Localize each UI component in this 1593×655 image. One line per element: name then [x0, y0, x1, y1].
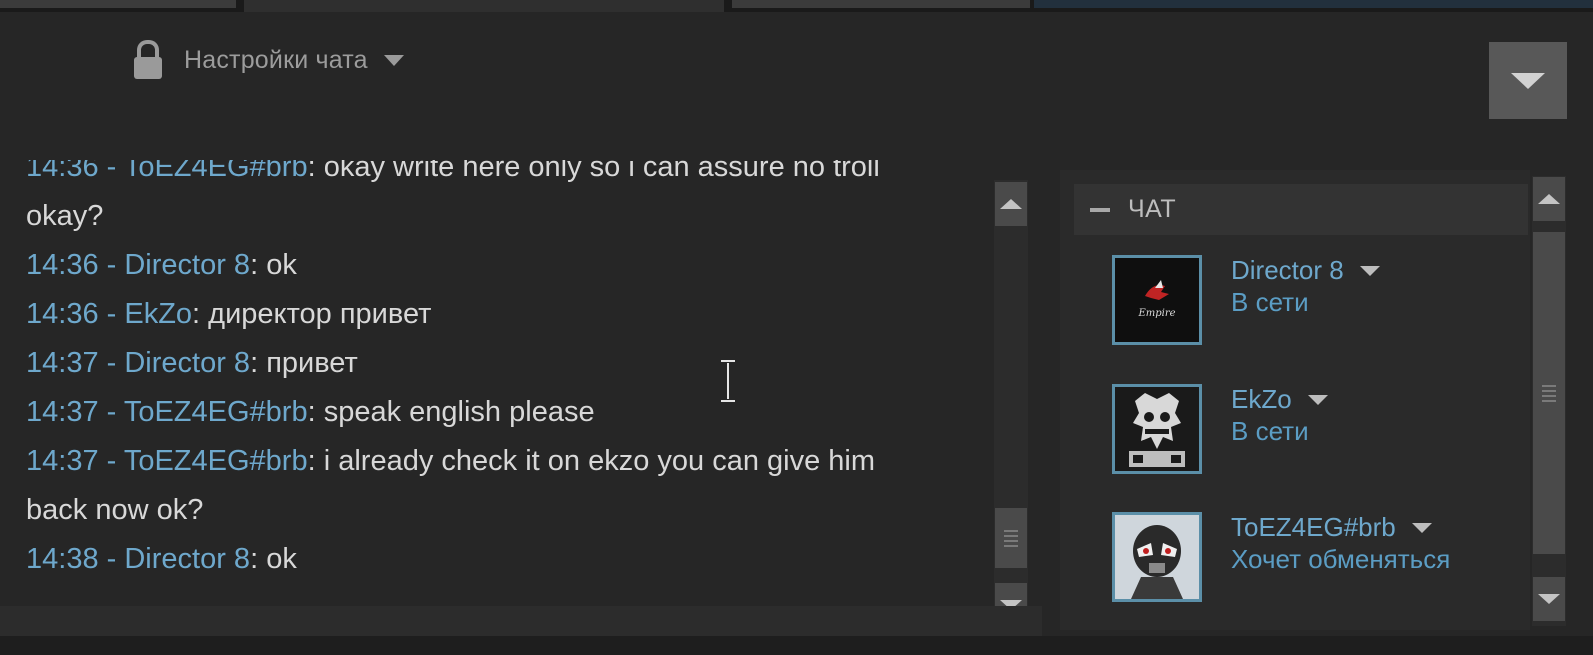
arrow-down-icon [1538, 594, 1560, 604]
grip-icon [1004, 529, 1018, 547]
chevron-down-icon [383, 54, 404, 66]
member-name[interactable]: EkZo [1231, 384, 1328, 415]
arrow-up-icon [1538, 194, 1560, 204]
tab-4[interactable] [1034, 0, 1593, 8]
message-sender[interactable]: ToEZ4EG#brb [124, 396, 308, 428]
chat-input-area[interactable] [0, 606, 1042, 636]
message-time: 14:36 [26, 160, 99, 183]
chat-message: 14:36 - ToEZ4EG#brb: okay write here onl… [26, 160, 926, 241]
member-name[interactable]: ToEZ4EG#brb [1231, 512, 1432, 543]
avatar[interactable] [1112, 512, 1202, 602]
lock-icon [132, 40, 164, 80]
members-scroll-up-button[interactable] [1533, 177, 1565, 221]
message-time: 14:37 [26, 347, 99, 379]
tab-3[interactable] [732, 0, 1030, 8]
message-text: директор привет [208, 298, 432, 330]
message-time: 14:37 [26, 445, 99, 477]
avatar[interactable]: Empire [1112, 255, 1202, 345]
message-text: speak english please [323, 396, 595, 428]
message-text: ok [266, 543, 297, 575]
members-group-header[interactable]: ЧАТ [1074, 184, 1528, 235]
member-status: Хочет обменяться [1231, 544, 1451, 574]
message-sender[interactable]: ToEZ4EG#brb [124, 160, 308, 183]
chat-message: 14:37 - ToEZ4EG#brb: i already check it … [26, 445, 876, 526]
chat-settings-dropdown[interactable]: Настройки чата [132, 34, 404, 86]
chat-messages: 14:36 - ToEZ4EG#brb: okay write here onl… [26, 160, 926, 584]
message-sender[interactable]: Director 8 [124, 249, 250, 281]
minus-icon[interactable] [1090, 207, 1110, 212]
tab-strip [0, 0, 1593, 12]
tab-active[interactable] [244, 0, 724, 12]
chat-message: 14:36 - Director 8: ok [26, 249, 297, 281]
svg-text:Empire: Empire [1137, 308, 1175, 319]
arrow-up-icon [1000, 199, 1022, 209]
member-item[interactable]: EkZo В сети [1112, 384, 1512, 480]
member-status: В сети [1231, 287, 1309, 317]
chat-message: 14:38 - Director 8: ok [26, 543, 297, 575]
chevron-down-icon[interactable] [1307, 394, 1328, 405]
message-sender[interactable]: ToEZ4EG#brb [124, 445, 308, 477]
message-sender[interactable]: Director 8 [124, 543, 250, 575]
chat-settings-label: Настройки чата [184, 45, 368, 74]
chevron-down-icon[interactable] [1359, 265, 1380, 276]
message-time: 14:38 [26, 543, 99, 575]
chat-message: 14:37 - ToEZ4EG#brb: speak english pleas… [26, 396, 595, 428]
chat-scrollbar-thumb[interactable] [995, 508, 1027, 568]
bottom-divider [0, 636, 1593, 655]
chat-scroll-up-button[interactable] [995, 182, 1027, 226]
member-item[interactable]: ToEZ4EG#brb Хочет обменяться [1112, 512, 1512, 608]
collapse-icon [1511, 72, 1545, 89]
message-sender[interactable]: Director 8 [124, 347, 250, 379]
chevron-down-icon[interactable] [1411, 522, 1432, 533]
avatar[interactable] [1112, 384, 1202, 474]
chat-message: 14:36 - EkZo: директор привет [26, 298, 432, 330]
member-name[interactable]: Director 8 [1231, 255, 1380, 286]
message-text: ok [266, 249, 297, 281]
collapse-button[interactable] [1489, 42, 1567, 119]
message-time: 14:37 [26, 396, 99, 428]
message-text: привет [266, 347, 358, 379]
grip-icon [1542, 384, 1556, 402]
members-scroll-down-button[interactable] [1533, 577, 1565, 621]
message-sender[interactable]: EkZo [124, 298, 192, 330]
group-title: ЧАТ [1128, 195, 1177, 223]
message-time: 14:36 [26, 249, 99, 281]
chat-window: Настройки чата 14:36 - ToEZ4EG#brb: okay… [0, 0, 1593, 655]
member-item[interactable]: Empire Director 8 В сети [1112, 255, 1512, 351]
members-scrollbar-thumb[interactable] [1533, 232, 1565, 554]
tab-1[interactable] [0, 0, 236, 8]
text-cursor-icon [718, 360, 738, 402]
chat-log[interactable]: 14:36 - ToEZ4EG#brb: okay write here onl… [12, 160, 990, 606]
chat-message: 14:37 - Director 8: привет [26, 347, 358, 379]
member-status: В сети [1231, 416, 1309, 446]
message-time: 14:36 [26, 298, 99, 330]
